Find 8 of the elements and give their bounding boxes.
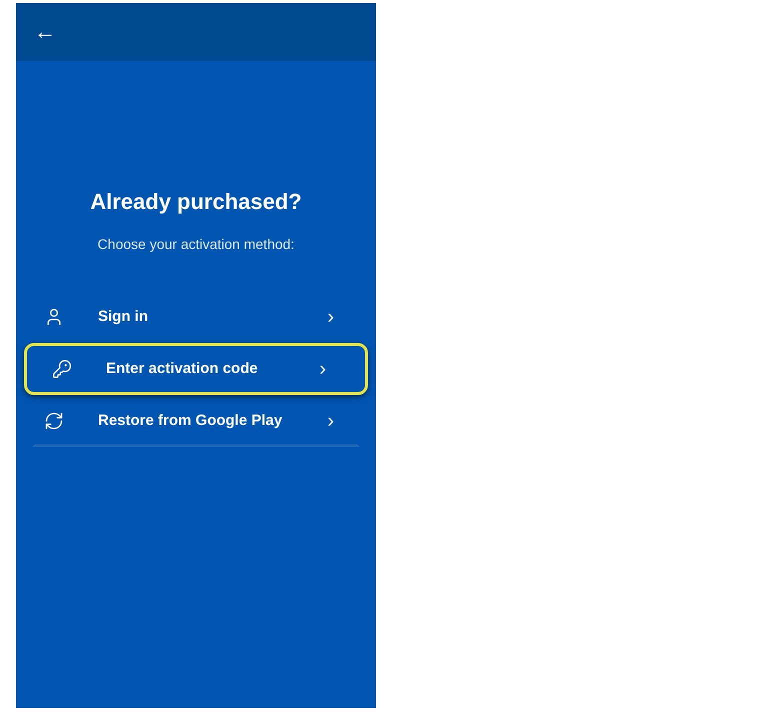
option-item[interactable]: Restore from Google Play › bbox=[32, 395, 360, 447]
subtitle: Choose your activation method: bbox=[98, 235, 294, 254]
back-button[interactable]: ← bbox=[34, 21, 56, 43]
title: Already purchased? bbox=[90, 188, 302, 216]
option-item[interactable]: Enter activation code › bbox=[24, 343, 368, 395]
sync-icon bbox=[44, 411, 64, 431]
option-item[interactable]: Sign in › bbox=[32, 291, 360, 343]
key-icon bbox=[52, 359, 72, 379]
